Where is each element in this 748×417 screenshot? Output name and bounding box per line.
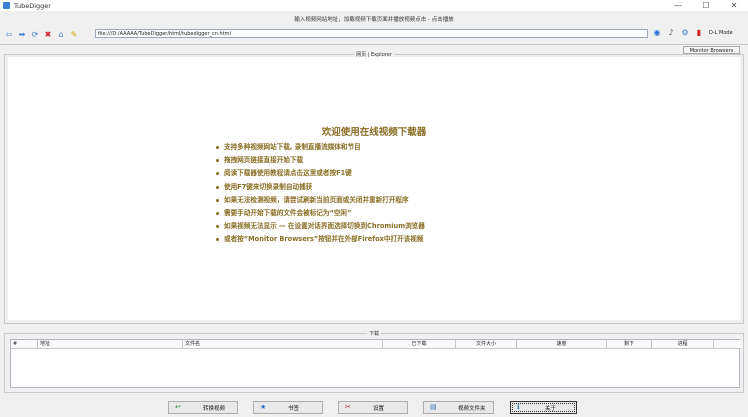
info-icon: ℹ: [517, 403, 520, 411]
minimize-button[interactable]: —: [664, 0, 692, 11]
bullet-icon: [216, 172, 219, 176]
downloads-panel-label: 下载: [366, 330, 382, 337]
bullet-icon: [216, 198, 219, 202]
maximize-button[interactable]: ☐: [692, 0, 720, 11]
settings-button[interactable]: ✂ 设置: [338, 401, 408, 414]
tip-item: 如果无法检测视频，请尝试刷新当前页面或关闭并重新打开程序: [216, 194, 425, 207]
settings-icon[interactable]: ⚙: [680, 28, 690, 38]
tip-item: 支持多种视频网站下载, 录制直播流媒体和节目: [216, 141, 425, 154]
bullet-icon: [216, 146, 219, 150]
bullet-icon: [216, 212, 219, 216]
tip-item[interactable]: 阅读下载器使用教程请点击这里或者按F1键: [216, 167, 425, 180]
col-index[interactable]: #: [11, 340, 38, 348]
forward-icon[interactable]: ➡: [17, 30, 27, 40]
bullet-icon: [216, 185, 219, 189]
bookmarks-button[interactable]: ★ 书签: [253, 401, 323, 414]
tools-icon: ✂: [345, 403, 351, 411]
monitor-browsers-button[interactable]: Monitor Browsers: [683, 46, 740, 54]
star-icon: ★: [260, 403, 267, 411]
col-downloaded[interactable]: 已下载: [383, 340, 456, 348]
toolbar-right: ◉ ♪ ⚙ ▮ D-L Mode: [652, 28, 733, 38]
app-icon: [3, 2, 10, 9]
convert-icon: ↩: [175, 403, 181, 411]
sound-icon[interactable]: ♪: [666, 28, 676, 38]
dl-mode-label[interactable]: D-L Mode: [709, 30, 733, 36]
address-hint: 输入视频网站地址，加载视频下载页面并播放视频点击 - 点击播放: [294, 17, 454, 23]
brush-icon[interactable]: ✎: [69, 30, 79, 40]
video-folder-button[interactable]: ▤ 视频文件夹: [423, 401, 494, 414]
downloads-table[interactable]: # 地址 文件名 已下载 文件大小 速度 剩下 进程: [10, 339, 741, 388]
tip-item[interactable]: 拖拽网页链接直接开始下载: [216, 154, 425, 167]
window-title: TubeDigger: [14, 1, 51, 10]
bullet-icon: [216, 159, 219, 163]
home-icon[interactable]: ⌂: [56, 30, 66, 40]
title-bar: TubeDigger: [0, 0, 748, 11]
col-filename[interactable]: 文件名: [183, 340, 383, 348]
address-bar[interactable]: file:///D:/AAAAA/TubeDigger/html/tubedig…: [95, 29, 648, 38]
dl-mode-icon[interactable]: ▮: [694, 28, 704, 38]
col-remaining[interactable]: 剩下: [607, 340, 652, 348]
col-progress[interactable]: 进程: [652, 340, 714, 348]
col-filesize[interactable]: 文件大小: [456, 340, 517, 348]
bullet-icon: [216, 238, 219, 242]
tip-item: 如果视频无法显示 — 在设置对话界面选择切换到Chromium浏览器: [216, 220, 425, 233]
folder-icon: ▤: [430, 403, 437, 411]
chromium-icon[interactable]: ◉: [652, 28, 662, 38]
convert-video-button[interactable]: ↩ 转换视频: [168, 401, 238, 414]
col-speed[interactable]: 速度: [517, 340, 607, 348]
col-url[interactable]: 地址: [38, 340, 183, 348]
toolbar-divider: [0, 44, 748, 45]
table-header: # 地址 文件名 已下载 文件大小 速度 剩下 进程: [11, 340, 741, 349]
bullet-icon: [216, 225, 219, 229]
tips-list: 支持多种视频网站下载, 录制直播流媒体和节目 拖拽网页链接直接开始下载 阅读下载…: [216, 141, 425, 247]
tip-item: 使用F7键来切换录制自动捕获: [216, 181, 425, 194]
back-icon[interactable]: ⇦: [4, 30, 14, 40]
tip-item: 或者按“Monitor Browsers”按钮并在外部Firefox中打开该视频: [216, 233, 425, 246]
close-button[interactable]: ✕: [720, 0, 748, 11]
stop-icon[interactable]: ✖: [43, 30, 53, 40]
about-button[interactable]: ℹ 关于: [510, 401, 577, 414]
welcome-title: 欢迎使用在线视频下载器: [321, 127, 427, 138]
tip-item: 需要手动开始下载的文件会被标记为“空闲”: [216, 207, 425, 220]
refresh-icon[interactable]: ⟳: [30, 30, 40, 40]
